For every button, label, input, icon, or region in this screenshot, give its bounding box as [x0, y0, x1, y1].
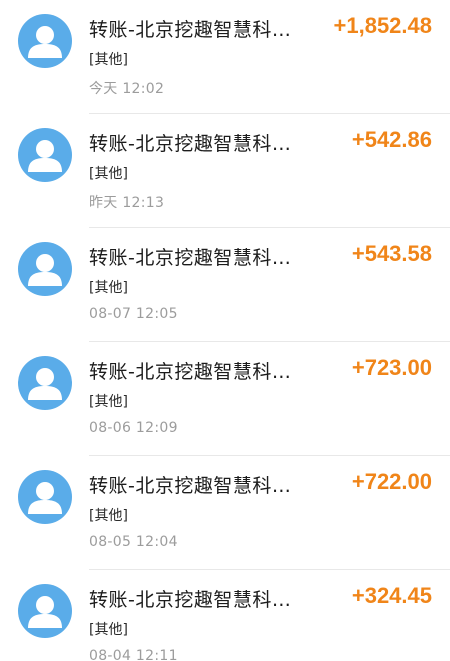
transaction-title: 转账-北京挖趣智慧科…	[89, 19, 292, 41]
transaction-category: [其他]	[89, 508, 128, 524]
transaction-title: 转账-北京挖趣智慧科…	[89, 133, 292, 155]
transaction-time: 08-04 12:11	[89, 648, 178, 661]
transaction-row[interactable]: 转账-北京挖趣智慧科… +1,852.48 [其他] 今天 12:02	[0, 0, 450, 114]
transaction-row[interactable]: 转账-北京挖趣智慧科… +723.00 [其他] 08-06 12:09	[0, 342, 450, 456]
user-avatar-icon	[18, 356, 72, 410]
transaction-category: [其他]	[89, 622, 128, 638]
transaction-category: [其他]	[89, 280, 128, 296]
transaction-category: [其他]	[89, 166, 128, 182]
transaction-time: 08-06 12:09	[89, 420, 178, 436]
transaction-row[interactable]: 转账-北京挖趣智慧科… +722.00 [其他] 08-05 12:04	[0, 456, 450, 570]
user-avatar-icon	[18, 584, 72, 638]
transaction-time: 昨天 12:13	[89, 195, 165, 211]
transaction-title: 转账-北京挖趣智慧科…	[89, 589, 292, 611]
transaction-amount: +543.58	[351, 241, 432, 266]
transaction-time: 08-07 12:05	[89, 306, 178, 322]
transaction-category: [其他]	[89, 52, 128, 68]
transaction-amount: +324.45	[351, 583, 432, 608]
transaction-amount: +722.00	[351, 469, 432, 494]
transaction-title: 转账-北京挖趣智慧科…	[89, 475, 292, 497]
transaction-title: 转账-北京挖趣智慧科…	[89, 361, 292, 383]
transaction-amount: +723.00	[351, 355, 432, 380]
transaction-time: 今天 12:02	[89, 81, 165, 97]
transaction-amount: +1,852.48	[333, 13, 432, 38]
transaction-title: 转账-北京挖趣智慧科…	[89, 247, 292, 269]
transaction-category: [其他]	[89, 394, 128, 410]
transaction-row[interactable]: 转账-北京挖趣智慧科… +543.58 [其他] 08-07 12:05	[0, 228, 450, 342]
user-avatar-icon	[18, 14, 72, 68]
user-avatar-icon	[18, 242, 72, 296]
transaction-time: 08-05 12:04	[89, 534, 178, 550]
user-avatar-icon	[18, 470, 72, 524]
user-avatar-icon	[18, 128, 72, 182]
transaction-amount: +542.86	[351, 127, 432, 152]
transaction-row[interactable]: 转账-北京挖趣智慧科… +542.86 [其他] 昨天 12:13	[0, 114, 450, 228]
transaction-row[interactable]: 转账-北京挖趣智慧科… +324.45 [其他] 08-04 12:11	[0, 570, 450, 661]
